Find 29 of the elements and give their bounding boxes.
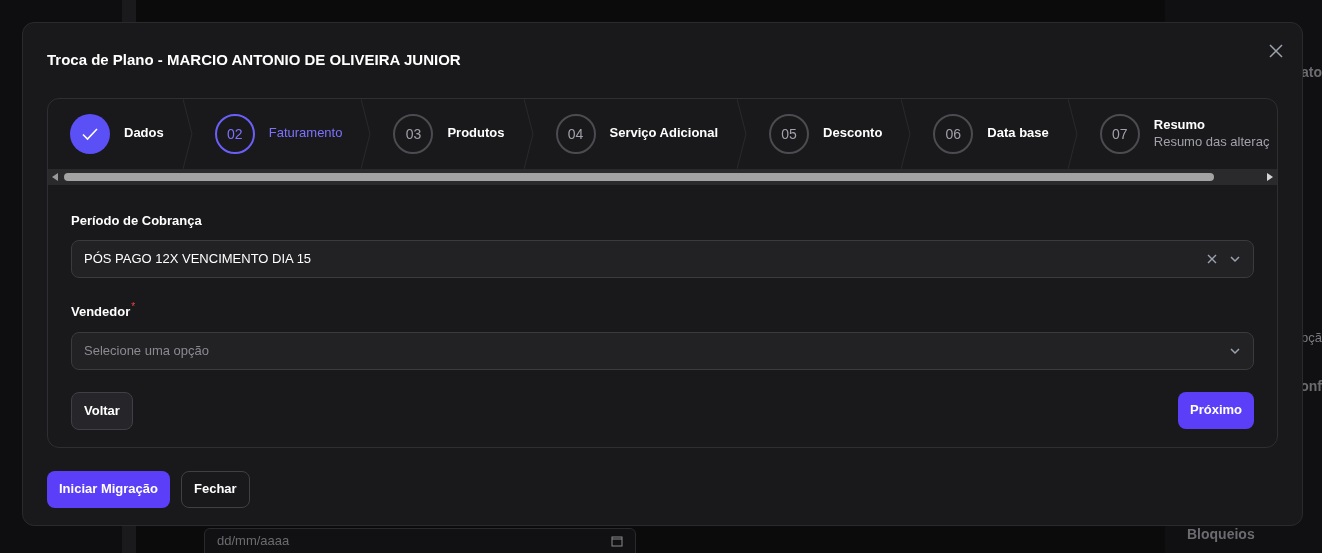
step-label[interactable]: Data base [987, 125, 1049, 142]
step-label[interactable]: Faturamento [268, 125, 343, 142]
required-mark: * [131, 302, 136, 312]
calendar-icon [611, 535, 623, 547]
select-placeholder: Selecione uma opção [84, 341, 211, 360]
step-label[interactable]: Serviço Adicional [609, 125, 719, 142]
scroll-right-icon[interactable] [1267, 172, 1273, 181]
close-icon[interactable] [1268, 43, 1284, 60]
step-label[interactable]: Produtos [447, 125, 505, 142]
field-label: Vendedor [71, 303, 131, 321]
step-label[interactable]: Resumo [1153, 117, 1270, 134]
clear-icon[interactable] [1207, 254, 1217, 264]
footer-button[interactable]: Fechar [181, 470, 250, 508]
select-value: PÓS PAGO 12X VENCIMENTO DIA 15 [84, 250, 313, 269]
footer-button[interactable]: Iniciar Migração [47, 470, 170, 508]
section-title: Bloqueios [1187, 525, 1256, 544]
back-button[interactable]: Voltar [71, 391, 133, 430]
date-input[interactable]: dd/mm/aaaa [217, 531, 377, 551]
chevron-down-icon [1229, 253, 1241, 265]
step-label[interactable]: Dados [124, 125, 164, 142]
modal-title: Troca de Plano - MARCIO ANTONIO DE OLIVEIRA JUNIOR [47, 50, 461, 70]
next-button[interactable]: Próximo [1178, 391, 1254, 429]
step-label[interactable]: Desconto [823, 125, 883, 142]
date-field[interactable]: dd/mm/aaaa [204, 528, 636, 553]
scroll-left-icon[interactable] [52, 172, 58, 181]
select-field[interactable]: PÓS PAGO 12X VENCIMENTO DIA 15 [71, 240, 1254, 278]
select-field[interactable]: Selecione uma opção [71, 331, 1254, 370]
step-subtitle: Resumo das alteraç [1153, 133, 1270, 150]
field-label: Período de Cobrança [71, 211, 202, 230]
